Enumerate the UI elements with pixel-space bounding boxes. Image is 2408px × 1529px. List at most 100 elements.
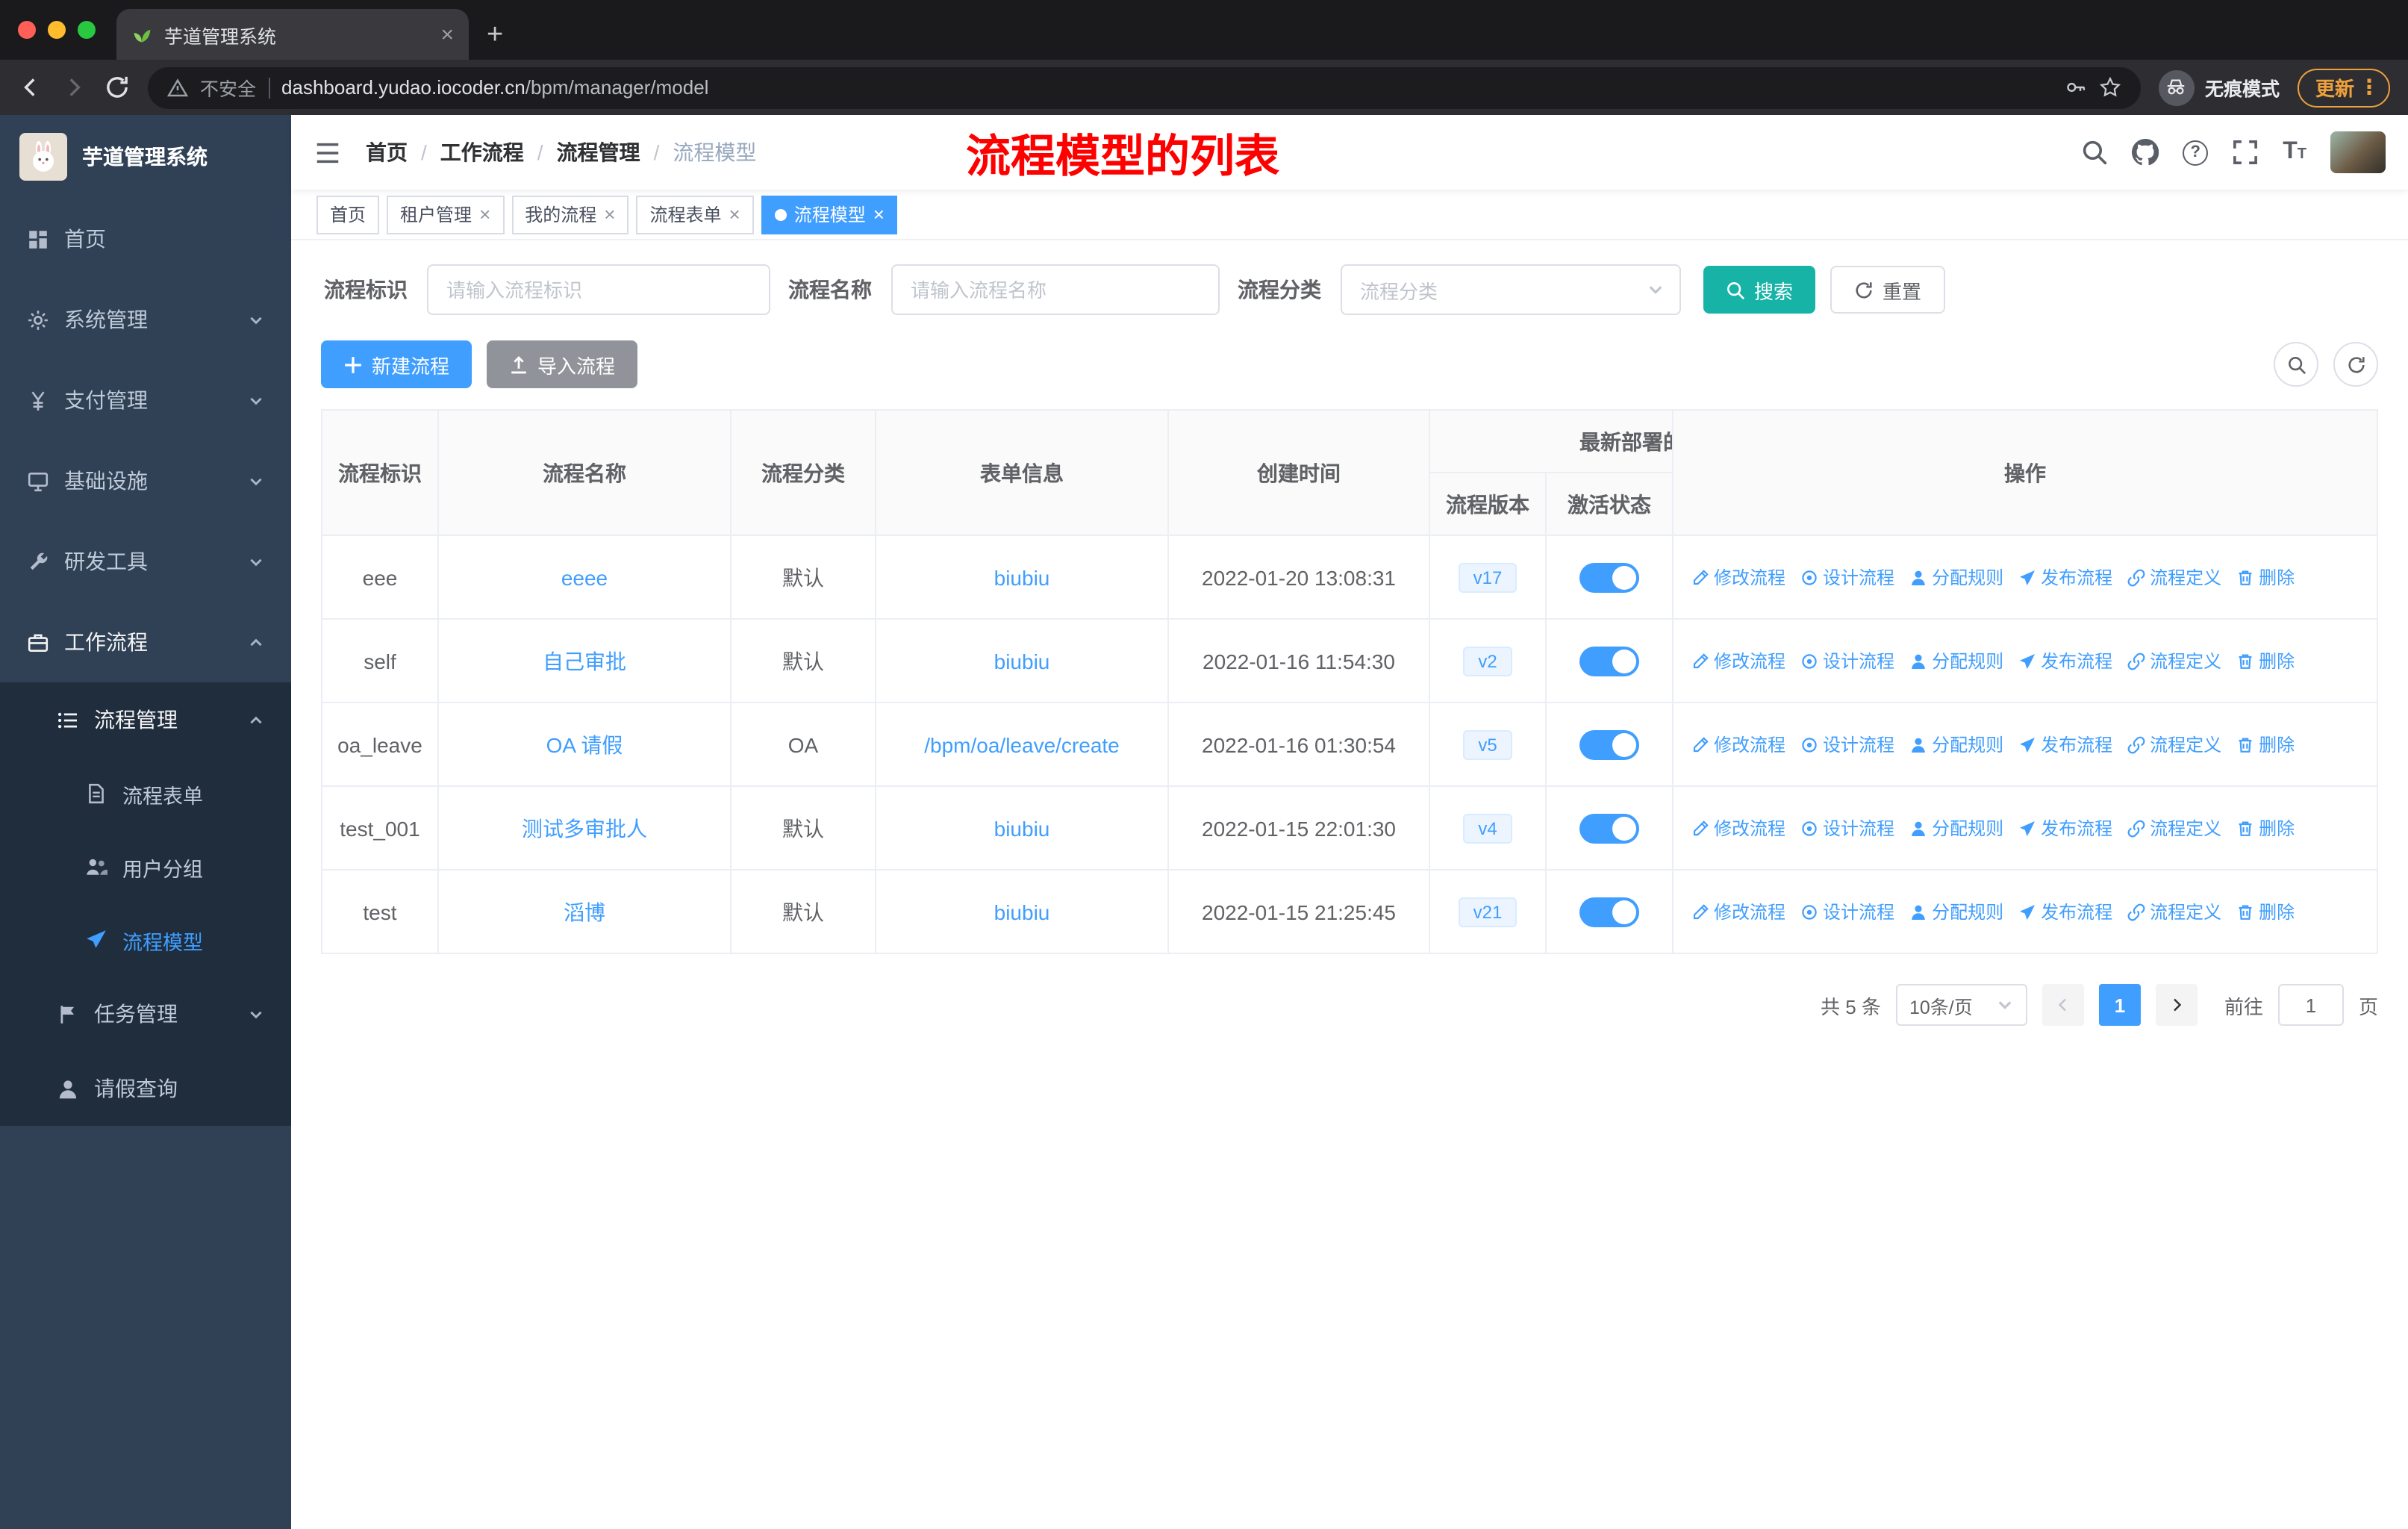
bookmark-star-icon[interactable] bbox=[2099, 76, 2121, 99]
search-icon[interactable] bbox=[2081, 139, 2108, 166]
sidebar-item-process-management[interactable]: 流程管理 bbox=[0, 682, 291, 757]
next-page-button[interactable] bbox=[2155, 984, 2198, 1026]
sidebar-item-process-form[interactable]: 流程表单 bbox=[0, 757, 291, 830]
import-process-button[interactable]: 导入流程 bbox=[487, 340, 638, 388]
sidebar-item-user-group[interactable]: 用户分组 bbox=[0, 830, 291, 903]
sidebar-item-home[interactable]: 首页 bbox=[0, 199, 291, 279]
action-delete[interactable]: 删除 bbox=[2236, 732, 2295, 757]
action-edit[interactable]: 修改流程 bbox=[1691, 564, 1785, 590]
breadcrumb-process-management[interactable]: 流程管理 bbox=[557, 137, 640, 167]
action-publish[interactable]: 发布流程 bbox=[2018, 815, 2112, 841]
action-definition[interactable]: 流程定义 bbox=[2127, 648, 2221, 673]
action-delete[interactable]: 删除 bbox=[2236, 648, 2295, 673]
sidebar-item-infrastructure[interactable]: 基础设施 bbox=[0, 440, 291, 521]
refresh-table-button[interactable] bbox=[2333, 342, 2378, 387]
form-link[interactable]: biubiu bbox=[994, 816, 1050, 840]
goto-page-input[interactable] bbox=[2277, 984, 2344, 1026]
active-toggle[interactable] bbox=[1579, 646, 1639, 676]
version-badge[interactable]: v2 bbox=[1463, 646, 1512, 676]
action-assign[interactable]: 分配规则 bbox=[1909, 815, 2003, 841]
tag-my-process[interactable]: 我的流程 × bbox=[511, 195, 629, 234]
version-badge[interactable]: v21 bbox=[1458, 897, 1518, 927]
version-badge[interactable]: v5 bbox=[1463, 729, 1512, 759]
action-assign[interactable]: 分配规则 bbox=[1909, 648, 2003, 673]
process-name-link[interactable]: 自己审批 bbox=[543, 649, 626, 673]
action-edit[interactable]: 修改流程 bbox=[1691, 648, 1785, 673]
action-design[interactable]: 设计流程 bbox=[1800, 899, 1894, 924]
help-icon[interactable]: ? bbox=[2183, 140, 2209, 165]
sidebar-item-process-model[interactable]: 流程模型 bbox=[0, 903, 291, 977]
active-toggle[interactable] bbox=[1579, 813, 1639, 843]
forward-button[interactable] bbox=[61, 75, 87, 100]
close-icon[interactable]: × bbox=[479, 205, 490, 224]
sidebar-item-leave-query[interactable]: 请假查询 bbox=[0, 1051, 291, 1126]
form-link[interactable]: /bpm/oa/leave/create bbox=[924, 732, 1120, 756]
page-1-button[interactable]: 1 bbox=[2098, 984, 2141, 1026]
version-badge[interactable]: v17 bbox=[1458, 562, 1518, 592]
github-icon[interactable] bbox=[2132, 139, 2159, 166]
tag-process-model[interactable]: 流程模型 × bbox=[761, 195, 898, 234]
action-edit[interactable]: 修改流程 bbox=[1691, 732, 1785, 757]
action-publish[interactable]: 发布流程 bbox=[2018, 899, 2112, 924]
action-delete[interactable]: 删除 bbox=[2236, 899, 2295, 924]
tag-tenant-management[interactable]: 租户管理 × bbox=[387, 195, 505, 234]
sidebar-item-payment-management[interactable]: 支付管理 bbox=[0, 360, 291, 440]
process-name-link[interactable]: OA 请假 bbox=[546, 732, 623, 756]
close-icon[interactable]: × bbox=[729, 205, 740, 224]
action-definition[interactable]: 流程定义 bbox=[2127, 815, 2221, 841]
form-link[interactable]: biubiu bbox=[994, 649, 1050, 673]
font-size-icon[interactable]: TT bbox=[2283, 140, 2306, 164]
action-delete[interactable]: 删除 bbox=[2236, 564, 2295, 590]
sidebar-item-workflow[interactable]: 工作流程 bbox=[0, 602, 291, 682]
action-delete[interactable]: 删除 bbox=[2236, 815, 2295, 841]
sidebar-item-system-management[interactable]: 系统管理 bbox=[0, 279, 291, 360]
tag-home[interactable]: 首页 bbox=[316, 195, 380, 234]
update-button[interactable]: 更新 ⋮ bbox=[2297, 68, 2390, 107]
category-select[interactable]: 流程分类 bbox=[1341, 264, 1681, 315]
sidebar-item-dev-tools[interactable]: 研发工具 bbox=[0, 521, 291, 602]
back-button[interactable] bbox=[18, 75, 43, 100]
tag-process-form[interactable]: 流程表单 × bbox=[636, 195, 754, 234]
fullscreen-icon[interactable] bbox=[2232, 139, 2259, 166]
action-design[interactable]: 设计流程 bbox=[1800, 564, 1894, 590]
toggle-search-button[interactable] bbox=[2274, 342, 2318, 387]
action-edit[interactable]: 修改流程 bbox=[1691, 899, 1785, 924]
version-badge[interactable]: v4 bbox=[1463, 813, 1512, 843]
action-design[interactable]: 设计流程 bbox=[1800, 648, 1894, 673]
active-toggle[interactable] bbox=[1579, 729, 1639, 759]
action-definition[interactable]: 流程定义 bbox=[2127, 899, 2221, 924]
process-name-link[interactable]: 测试多审批人 bbox=[522, 816, 647, 840]
action-design[interactable]: 设计流程 bbox=[1800, 732, 1894, 757]
action-definition[interactable]: 流程定义 bbox=[2127, 732, 2221, 757]
close-window-button[interactable] bbox=[18, 21, 36, 39]
close-icon[interactable]: × bbox=[604, 205, 615, 224]
action-publish[interactable]: 发布流程 bbox=[2018, 564, 2112, 590]
security-label[interactable]: 不安全 bbox=[200, 73, 256, 102]
close-icon[interactable]: × bbox=[873, 205, 885, 224]
action-publish[interactable]: 发布流程 bbox=[2018, 732, 2112, 757]
sidebar-item-task-management[interactable]: 任务管理 bbox=[0, 977, 291, 1051]
sidebar-logo[interactable]: 芋道管理系统 bbox=[0, 115, 291, 199]
security-warning-icon[interactable] bbox=[167, 77, 188, 98]
process-name-input[interactable] bbox=[891, 264, 1220, 315]
action-definition[interactable]: 流程定义 bbox=[2127, 564, 2221, 590]
address-bar[interactable]: 不安全 dashboard.yudao.iocoder.cn/bpm/manag… bbox=[148, 66, 2141, 108]
active-toggle[interactable] bbox=[1579, 897, 1639, 927]
create-process-button[interactable]: 新建流程 bbox=[321, 340, 472, 388]
browser-tab[interactable]: 芋道管理系统 × bbox=[116, 9, 469, 60]
prev-page-button[interactable] bbox=[2042, 984, 2084, 1026]
process-name-link[interactable]: eeee bbox=[561, 565, 608, 589]
reload-button[interactable] bbox=[105, 75, 130, 100]
breadcrumb-workflow[interactable]: 工作流程 bbox=[440, 137, 524, 167]
action-design[interactable]: 设计流程 bbox=[1800, 815, 1894, 841]
action-publish[interactable]: 发布流程 bbox=[2018, 648, 2112, 673]
process-key-input[interactable] bbox=[427, 264, 770, 315]
breadcrumb-home[interactable]: 首页 bbox=[366, 137, 408, 167]
new-tab-button[interactable]: + bbox=[487, 21, 503, 49]
avatar[interactable] bbox=[2330, 131, 2386, 173]
form-link[interactable]: biubiu bbox=[994, 565, 1050, 589]
url-text[interactable]: dashboard.yudao.iocoder.cn/bpm/manager/m… bbox=[281, 76, 2053, 99]
tab-close-icon[interactable]: × bbox=[440, 23, 454, 46]
hamburger-icon[interactable] bbox=[314, 138, 342, 166]
search-button[interactable]: 搜索 bbox=[1703, 266, 1816, 314]
